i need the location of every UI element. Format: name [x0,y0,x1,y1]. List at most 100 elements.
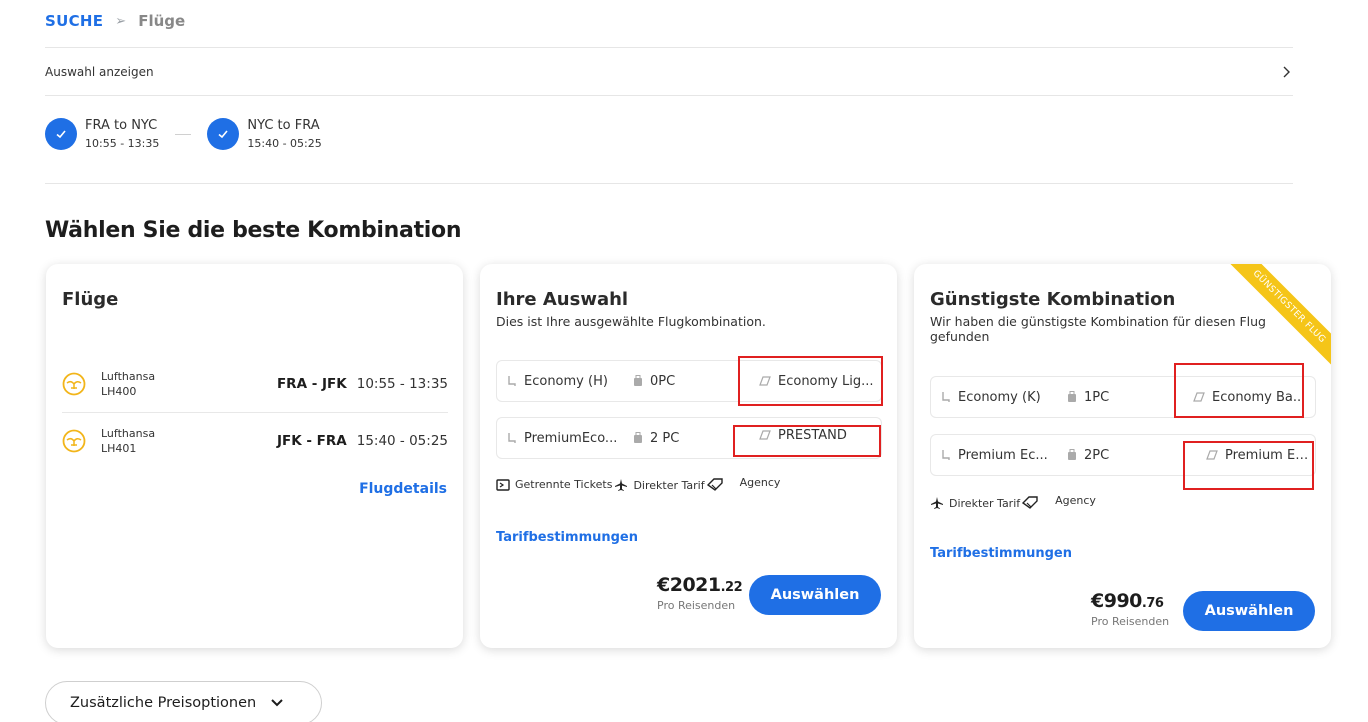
seat-icon [942,450,950,460]
highlight-box [738,356,883,406]
chevron-down-icon [271,699,283,707]
tariff-terms-link[interactable]: Tarifbestimmungen [930,546,1072,561]
breadcrumb-current: Flüge [138,12,186,30]
cabin-class-label: Economy (K) [958,389,1041,405]
flight-times: 10:55 - 13:35 [356,376,448,392]
flight-number: LH401 [101,442,137,455]
separate-tickets: Getrennte Tickets [496,478,612,491]
flight-row: Lufthansa LH400 FRA - JFK 10:55 - 13:35 [62,356,448,412]
direct-tariff: Direkter Tarif [614,478,705,492]
seat-icon [508,433,516,443]
price: €990.76 Pro Reisenden [1091,590,1169,628]
price: €2021.22 Pro Reisenden [657,574,743,612]
leg-time: 15:40 - 05:25 [247,137,322,150]
card-subtitle: Wir haben die günstigste Kombination für… [930,314,1266,344]
price-amount: €2021.22 [657,574,743,596]
agency: Agency [1022,493,1096,510]
breadcrumb-home-link[interactable]: SUCHE [45,12,103,30]
flight-route: FRA - JFK [276,376,347,392]
airplane-icon [615,479,628,491]
highlight-box [733,425,881,457]
card-title: Flüge [62,289,119,310]
highlight-box [1174,363,1304,418]
flight-legs: FRA to NYC 10:55 - 13:35 NYC to FRA 15:4… [45,118,322,150]
cabin-class-label: Premium Ec... [958,447,1048,463]
show-selection-toggle[interactable]: Auswahl anzeigen [45,48,1293,95]
show-selection-label: Auswahl anzeigen [45,64,154,79]
card-subtitle: Dies ist Ihre ausgewählte Flugkombinatio… [496,314,766,329]
card-title: Günstigste Kombination [930,289,1176,310]
cabin-class-label: Economy (H) [524,373,608,389]
luggage-icon [1068,391,1076,402]
selection-card: Ihre Auswahl Dies ist Ihre ausgewählte F… [480,264,897,648]
fare-features: Getrennte Tickets Direkter Tarif Agency [496,475,782,492]
flight-times: 15:40 - 05:25 [356,433,448,449]
price-cents: .22 [720,580,743,595]
airplane-icon [931,497,943,509]
section-title: Wählen Sie die beste Kombination [45,218,462,243]
leg-outbound[interactable]: FRA to NYC 10:55 - 13:35 [45,118,159,150]
breadcrumb: SUCHE ➢ Flüge [45,12,185,30]
seat-icon [942,392,950,402]
baggage: 0PC [633,361,723,401]
leg-route: FRA to NYC [85,118,158,133]
chevron-right-icon [1283,66,1290,77]
lufthansa-logo-icon [62,372,86,396]
cabin-class: Economy (H) [507,361,627,401]
select-button[interactable]: Auswählen [1183,591,1315,631]
baggage-label: 2 PC [650,430,680,446]
baggage: 2 PC [633,418,723,458]
card-title: Ihre Auswahl [496,289,629,310]
cabin-class: PremiumEco... [507,418,627,458]
flight-route: JFK - FRA [276,433,347,449]
tariff-terms-link[interactable]: Tarifbestimmungen [496,530,638,545]
direct-tariff: Direkter Tarif [930,496,1020,510]
ticket-icon [496,478,510,491]
agency-label: Agency [739,475,781,489]
agency: Agency [706,475,781,492]
direct-tariff-label: Direkter Tarif [633,478,705,492]
baggage: 2PC [1067,435,1157,475]
baggage-label: 2PC [1084,447,1110,463]
leg-return[interactable]: NYC to FRA 15:40 - 05:25 [207,118,322,150]
cabin-class: Premium Ec... [941,435,1061,475]
price-main: €990 [1091,590,1142,612]
baggage: 1PC [1067,377,1157,417]
check-icon [207,118,240,150]
flights-card: Flüge Lufthansa LH400 FRA - JFK 10:55 - … [46,264,463,648]
leg-route: NYC to FRA [247,118,320,133]
baggage-label: 0PC [650,373,676,389]
fare-features: Direkter Tarif Agency [930,493,1098,510]
direct-tariff-label: Direkter Tarif [949,496,1021,510]
separate-tickets-label: Getrennte Tickets [515,478,613,491]
price-cents: .76 [1141,596,1164,611]
cabin-class-label: PremiumEco... [524,430,618,446]
cabin-class: Economy (K) [941,377,1061,417]
flight-details-link[interactable]: Flugdetails [359,481,447,497]
baggage-label: 1PC [1084,389,1110,405]
seat-icon [508,376,516,386]
highlight-box [1183,441,1314,490]
luggage-icon [634,432,642,443]
leg-time: 10:55 - 13:35 [85,137,160,150]
price-per-traveler: Pro Reisenden [657,599,736,612]
check-icon [45,118,77,150]
price-main: €2021 [657,574,721,596]
more-price-options-button[interactable]: Zusätzliche Preisoptionen [45,681,322,722]
leg-divider [175,133,192,135]
luggage-icon [1068,449,1076,460]
cheapest-card: GÜNSTIGSTER FLUG Günstigste Kombination … [914,264,1331,648]
handshake-tag-icon [706,478,723,491]
breadcrumb-separator-icon: ➢ [115,13,127,29]
more-price-options-label: Zusätzliche Preisoptionen [70,695,257,711]
divider [45,183,1293,184]
handshake-tag-icon [1022,496,1038,509]
price-per-traveler: Pro Reisenden [1091,615,1170,628]
airline-name: Lufthansa [101,370,156,383]
lufthansa-logo-icon [62,429,86,453]
select-button[interactable]: Auswählen [749,575,881,615]
agency-label: Agency [1055,493,1096,507]
luggage-icon [634,375,642,386]
airline-name: Lufthansa [101,427,156,440]
flight-number: LH400 [101,385,137,398]
